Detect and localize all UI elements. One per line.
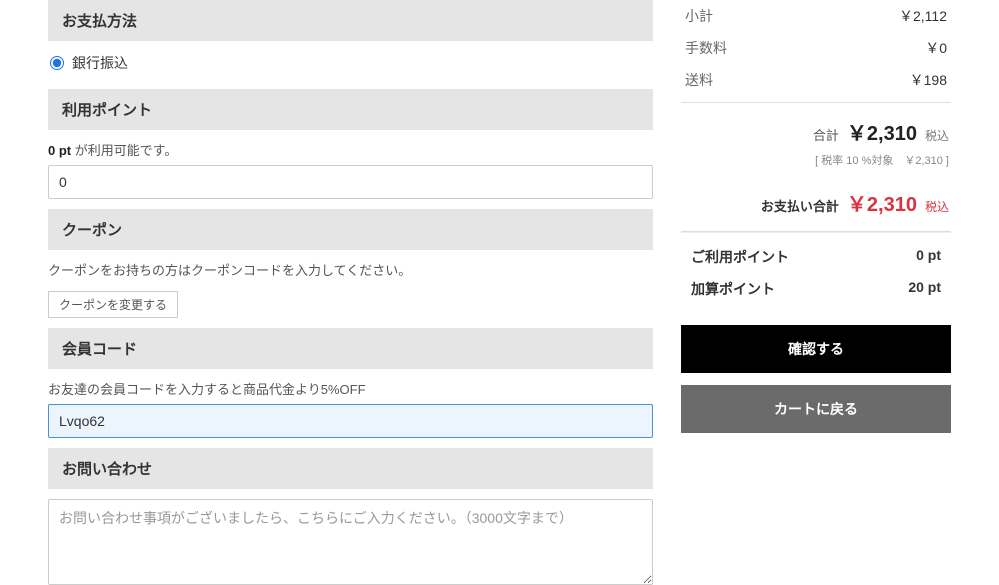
earn-points-label: 加算ポイント [691, 279, 775, 299]
fee-label: 手数料 [685, 38, 727, 58]
tax-detail: [ 税率 10 %対象 ￥2,310 ] [681, 148, 951, 178]
points-input[interactable] [48, 165, 653, 199]
used-points-label: ご利用ポイント [691, 247, 789, 267]
payment-method-header: お支払方法 [48, 0, 653, 41]
inquiry-textarea[interactable] [48, 499, 653, 585]
member-code-header: 会員コード [48, 328, 653, 369]
pay-total-value: ￥2,310 [847, 188, 917, 217]
coupon-hint: クーポンをお持ちの方はクーポンコードを入力してください。 [48, 250, 653, 285]
coupon-change-button[interactable]: クーポンを変更する [48, 291, 178, 318]
points-available-text: 0 pt が利用可能です。 [48, 130, 653, 165]
shipping-row: 送料 ￥198 [681, 64, 951, 96]
payment-option-radio[interactable] [50, 56, 64, 70]
pay-total-label: お支払い合計 [761, 196, 839, 215]
member-code-input[interactable] [48, 404, 653, 438]
inquiry-header: お問い合わせ [48, 448, 653, 489]
subtotal-value: ￥2,112 [899, 6, 947, 26]
points-header: 利用ポイント [48, 89, 653, 130]
member-code-hint: お友達の会員コードを入力すると商品代金より5%OFF [48, 369, 653, 404]
total-row: 合計 ￥2,310 税込 [681, 109, 951, 148]
subtotal-row: 小計 ￥2,112 [681, 0, 951, 32]
used-points-value: 0 pt [916, 247, 941, 267]
points-available-amount: 0 pt [48, 143, 71, 158]
pay-total-row: お支払い合計 ￥2,310 税込 [681, 178, 951, 232]
fee-row: 手数料 ￥0 [681, 32, 951, 64]
points-available-suffix: が利用可能です。 [71, 143, 177, 158]
fee-value: ￥0 [925, 38, 947, 58]
shipping-label: 送料 [685, 70, 713, 90]
total-label: 合計 [813, 125, 839, 144]
confirm-button[interactable]: 確認する [681, 325, 951, 373]
payment-option-row[interactable]: 銀行振込 [48, 41, 653, 79]
total-tax: 税込 [925, 127, 949, 144]
payment-option-label: 銀行振込 [72, 53, 128, 73]
earn-points-value: 20 pt [908, 279, 941, 299]
coupon-header: クーポン [48, 209, 653, 250]
earn-points-row: 加算ポイント 20 pt [691, 273, 941, 305]
total-value: ￥2,310 [847, 117, 917, 146]
back-to-cart-button[interactable]: カートに戻る [681, 385, 951, 433]
used-points-row: ご利用ポイント 0 pt [691, 241, 941, 273]
divider [681, 102, 951, 103]
shipping-value: ￥198 [910, 70, 947, 90]
points-summary-box: ご利用ポイント 0 pt 加算ポイント 20 pt [681, 232, 951, 313]
subtotal-label: 小計 [685, 6, 713, 26]
pay-total-tax: 税込 [925, 198, 949, 215]
